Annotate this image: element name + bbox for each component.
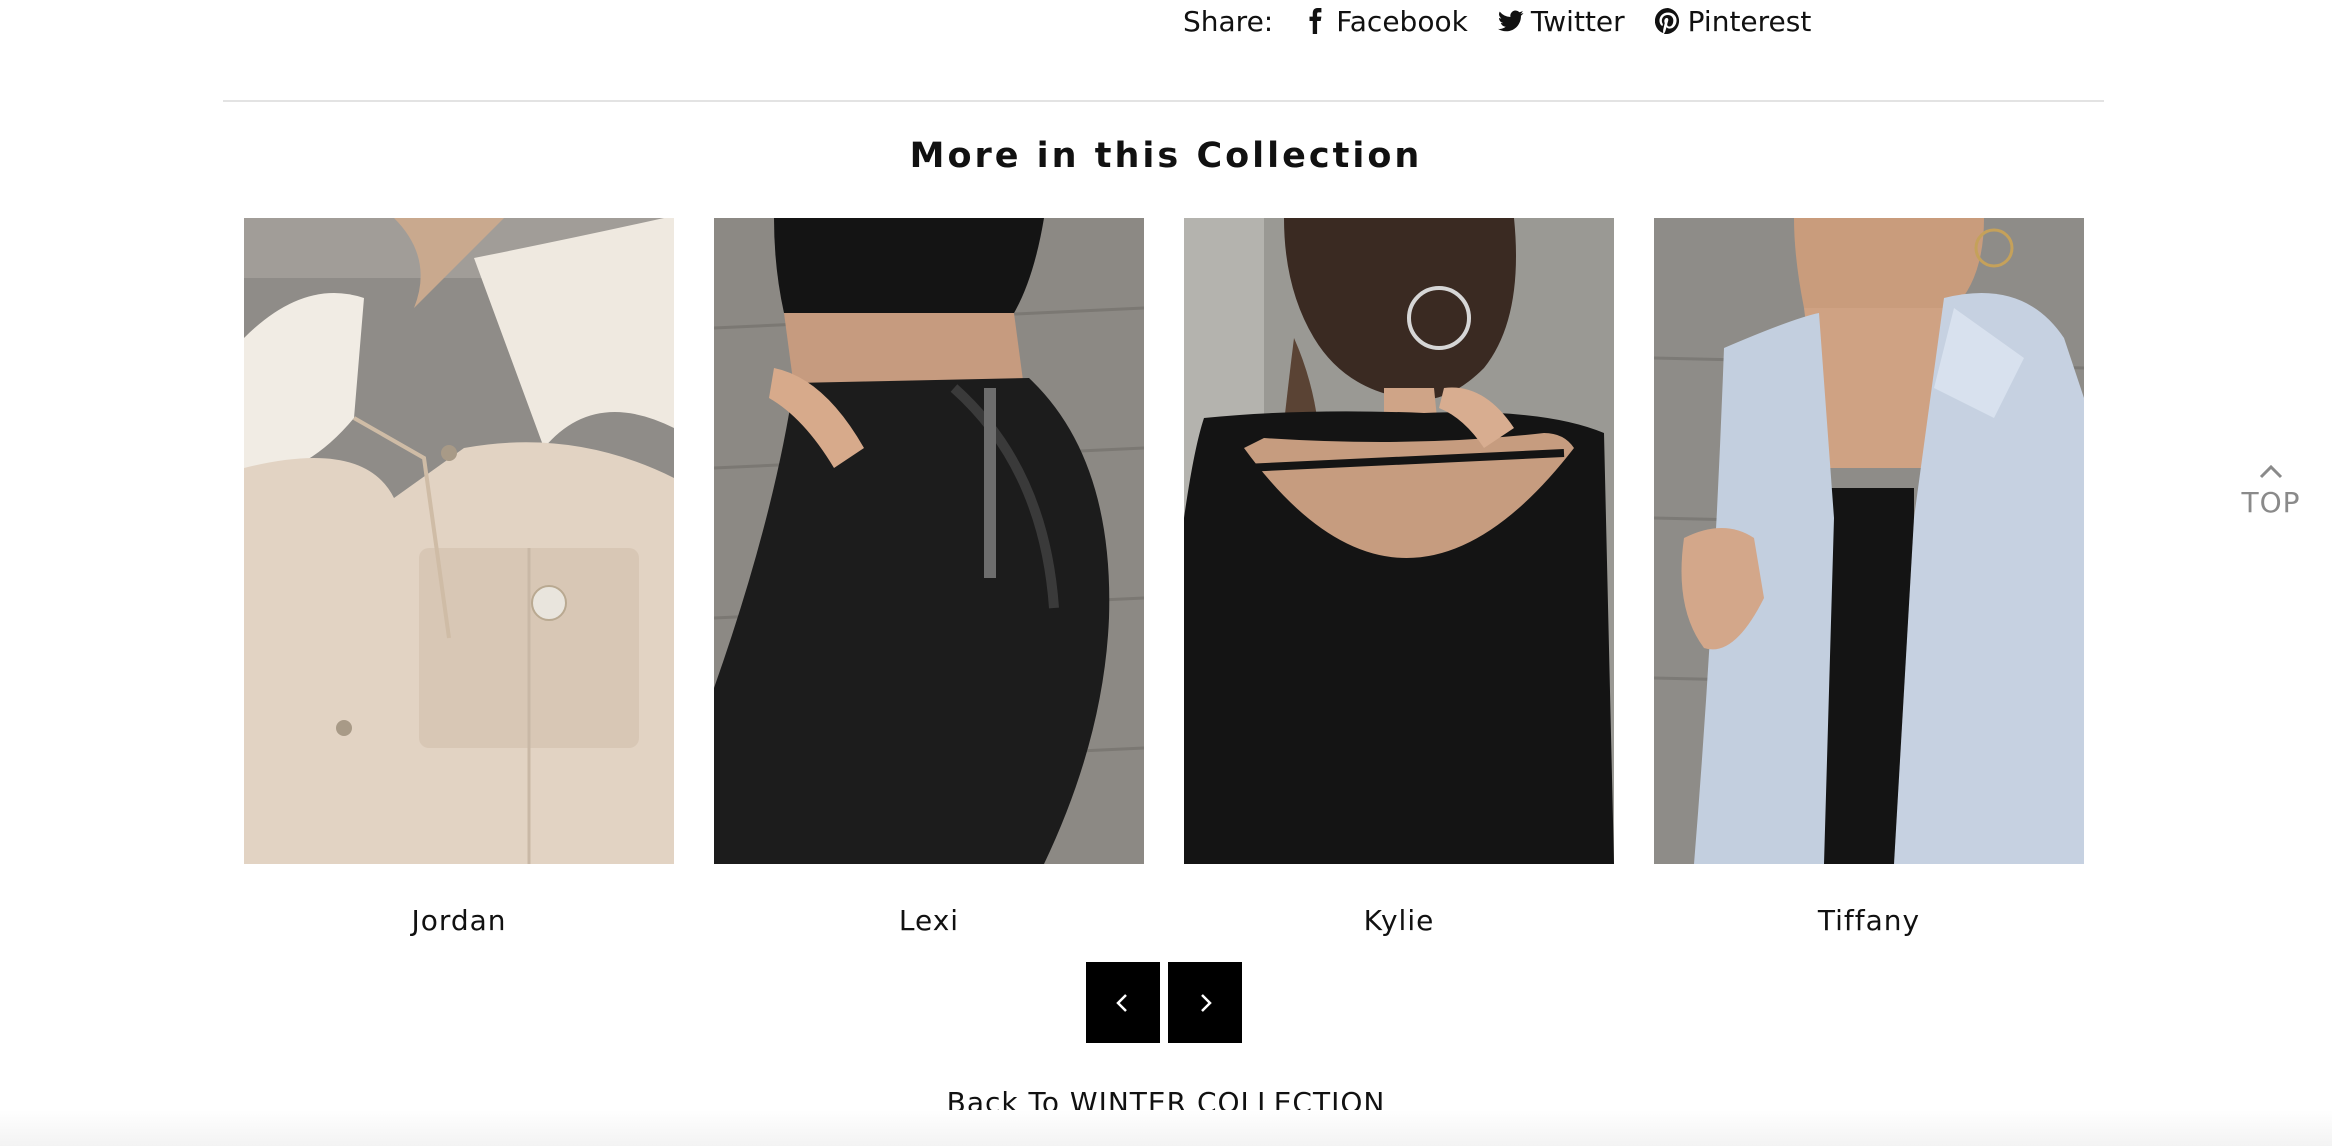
share-pinterest-link[interactable]: Pinterest xyxy=(1654,4,1812,38)
share-bar: Share: Facebook Twitter Pinterest xyxy=(1183,0,1841,42)
product-card-tiffany: Tiffany xyxy=(1654,218,2084,937)
jacket-photo xyxy=(244,218,674,864)
twitter-icon xyxy=(1497,10,1524,32)
product-name-kylie[interactable]: Kylie xyxy=(1184,904,1614,937)
coat-photo xyxy=(1654,218,2084,864)
back-to-top-button[interactable]: TOP xyxy=(2236,462,2306,519)
chevron-right-icon xyxy=(1201,993,1212,1012)
product-card-kylie: Kylie xyxy=(1184,218,1614,937)
chevron-left-icon xyxy=(1116,993,1127,1012)
product-name-jordan[interactable]: Jordan xyxy=(244,904,674,937)
carousel-prev-button[interactable] xyxy=(1086,962,1160,1043)
product-card-lexi: Lexi xyxy=(714,218,1144,937)
product-card-jordan: Jordan xyxy=(244,218,674,937)
product-image-tiffany[interactable] xyxy=(1654,218,2084,864)
footer-edge xyxy=(0,1110,2332,1146)
collection-title: More in this Collection xyxy=(909,136,1423,176)
facebook-icon xyxy=(1309,8,1322,34)
product-name-lexi[interactable]: Lexi xyxy=(714,904,1144,937)
leather-pants-photo xyxy=(714,218,1144,864)
share-label: Share: xyxy=(1183,4,1274,38)
share-facebook-label: Facebook xyxy=(1336,4,1468,38)
section-divider xyxy=(223,100,2104,102)
share-twitter-link[interactable]: Twitter xyxy=(1497,4,1625,38)
share-pinterest-label: Pinterest xyxy=(1687,4,1812,38)
product-image-jordan[interactable] xyxy=(244,218,674,864)
back-to-top-label: TOP xyxy=(2241,486,2301,519)
product-name-tiffany[interactable]: Tiffany xyxy=(1654,904,2084,937)
pinterest-icon xyxy=(1654,8,1679,34)
share-facebook-link[interactable]: Facebook xyxy=(1303,5,1468,38)
chevron-up-icon xyxy=(2259,464,2283,479)
product-image-kylie[interactable] xyxy=(1184,218,1614,864)
share-twitter-label: Twitter xyxy=(1530,4,1625,38)
sweater-photo xyxy=(1184,218,1614,864)
product-image-lexi[interactable] xyxy=(714,218,1144,864)
carousel-next-button[interactable] xyxy=(1168,962,1242,1043)
